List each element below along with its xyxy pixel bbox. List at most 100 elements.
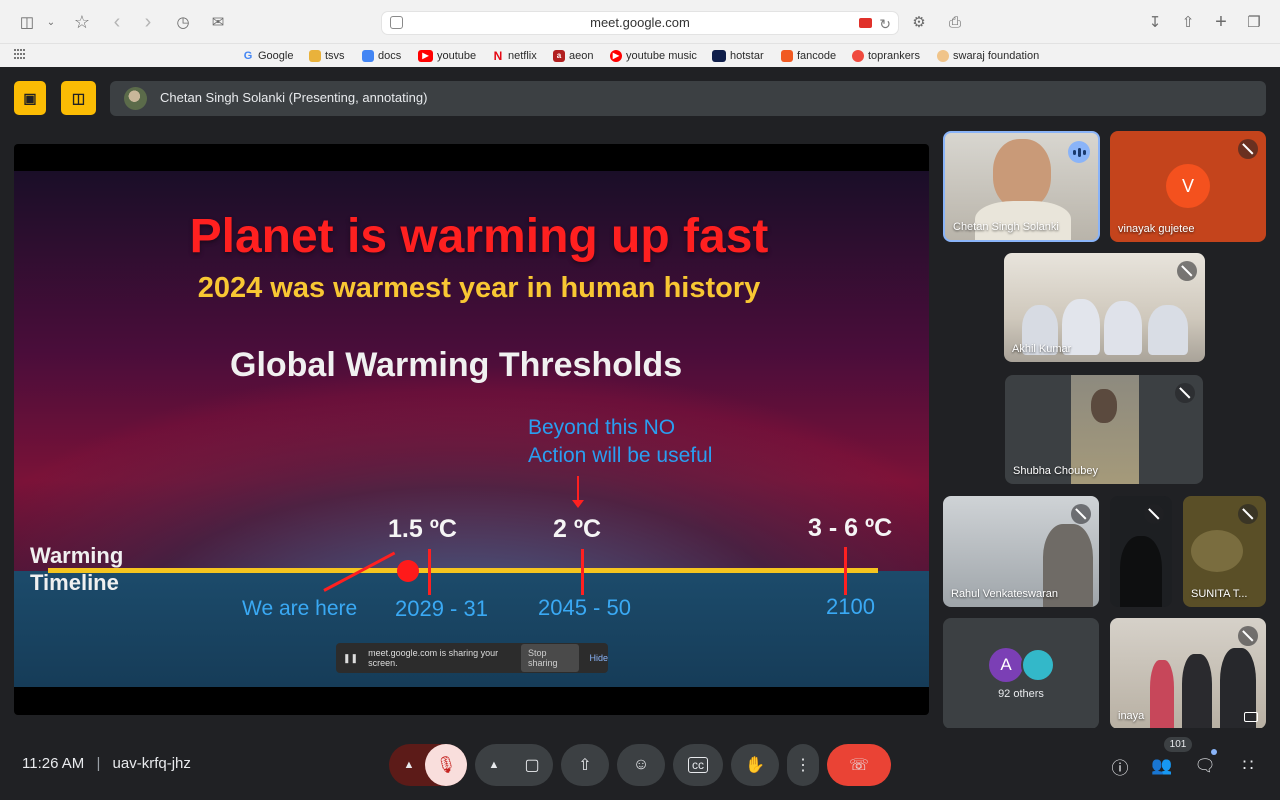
browser-toolbar: ◫ ⌄ ☆ ‹ › ◷ ✉ meet.google.com ↻ ⚙ ⎙ ↧ ⇧ … (0, 0, 1280, 44)
address-bar[interactable]: meet.google.com ↻ (381, 11, 899, 35)
new-tab-icon[interactable]: + (1210, 11, 1232, 33)
reactions-button[interactable]: ☺ (617, 744, 665, 786)
timeline-label: Timeline (30, 570, 119, 595)
meeting-time: 11:26 AM (22, 755, 85, 772)
separator: | (96, 755, 101, 772)
more-vertical-icon: ⋮ (795, 757, 811, 774)
bookmark-swaraj-foundation[interactable]: swaraj foundation (937, 47, 1039, 64)
youtube-icon: ▶ (418, 49, 433, 62)
others-count: 92 others (998, 688, 1044, 700)
tick-3-6 (844, 547, 847, 595)
google-icon: G (243, 49, 253, 62)
aeon-icon: a (553, 49, 565, 62)
meeting-info: 11:26 AM | uav-krfq-jhz (22, 755, 191, 772)
hand-icon: ✋ (745, 757, 765, 774)
sidebar-toggle-icon[interactable]: ◫ (16, 11, 38, 33)
avatar (1021, 648, 1055, 682)
year-2100: 2100 (826, 594, 875, 619)
forward-icon[interactable]: › (137, 11, 159, 33)
participant-name: Chetan Singh Solanki (953, 221, 1059, 233)
participant-video (993, 139, 1051, 209)
participant-tile-akhil[interactable]: Akhil Kumar (1004, 253, 1205, 362)
mic-off-icon (1238, 504, 1258, 524)
bookmark-youtube[interactable]: ▶ youtube (418, 47, 476, 64)
tabs-overview-icon[interactable]: ❐ (1243, 11, 1265, 33)
bookmark-star-icon[interactable]: ☆ (71, 11, 93, 33)
others-tile[interactable]: A 92 others (943, 618, 1099, 729)
participant-tile-shubha[interactable]: Shubha Choubey (1005, 375, 1203, 484)
captions-button[interactable]: cc (673, 744, 723, 786)
participant-name: Shubha Choubey (1013, 465, 1099, 477)
bookmark-docs[interactable]: docs (362, 47, 401, 64)
print-icon[interactable]: ⎙ (944, 11, 966, 33)
apps-grid-icon[interactable] (14, 49, 25, 60)
participant-video (1182, 654, 1212, 729)
download-icon[interactable]: ↧ (1144, 11, 1166, 33)
down-arrow (572, 476, 584, 508)
audio-options-chevron-icon[interactable]: ▲ (389, 744, 429, 786)
bookmark-tsvs[interactable]: tsvs (309, 47, 345, 64)
mic-off-icon: 🎙 (435, 757, 457, 774)
bookmark-google[interactable]: G Google (242, 47, 294, 64)
picture-in-picture-icon[interactable] (1244, 712, 1258, 722)
bookmark-youtube-music[interactable]: ▶ youtube music (610, 47, 697, 64)
mail-icon[interactable]: ✉ (207, 11, 229, 33)
mic-toggle-button[interactable]: 🎙 (425, 744, 467, 786)
youtube-music-icon: ▶ (610, 49, 622, 62)
bookmark-aeon[interactable]: a aeon (553, 47, 593, 64)
slide: Planet is warming up fast 2024 was warme… (14, 171, 929, 687)
camera-recording-icon[interactable] (859, 18, 872, 28)
chat-icon[interactable]: 🗨 (1193, 754, 1217, 778)
history-icon[interactable]: ◷ (172, 11, 194, 33)
share-notice-text: meet.google.com is sharing your screen. (368, 648, 499, 668)
slide-heading: Global Warming Thresholds (230, 346, 683, 384)
avatar (1191, 530, 1243, 572)
reload-icon[interactable]: ↻ (879, 13, 891, 35)
stop-presenting-icon[interactable]: ▣ (14, 81, 46, 115)
present-button[interactable]: ⇧ (561, 744, 609, 786)
site-settings-icon[interactable] (390, 16, 403, 29)
present-screen-icon: ⇧ (578, 757, 592, 774)
emoji-icon: ☺ (632, 756, 650, 773)
hide-button[interactable]: Hide (589, 653, 608, 663)
end-call-icon: ☏ (848, 757, 869, 774)
bookmarks-bar: G Google tsvs docs ▶ youtube Nnetflix a aeo… (0, 44, 1280, 67)
mic-off-icon (1238, 626, 1258, 646)
activities-grid-icon[interactable]: ∷ (1236, 754, 1260, 778)
bookmark-toprankers[interactable]: toprankers (852, 47, 920, 64)
participant-tile-unnamed[interactable] (1110, 496, 1172, 607)
stop-sharing-button[interactable]: Stop sharing (520, 644, 580, 672)
leave-call-button[interactable]: ☏ (827, 744, 891, 786)
presentation-stage: Planet is warming up fast 2024 was warme… (14, 144, 929, 715)
bookmark-hotstar[interactable]: hotstar (712, 47, 764, 64)
participant-name: vinayak gujetee (1118, 223, 1195, 235)
share-icon[interactable]: ⇧ (1177, 11, 1199, 33)
temp-1-5: 1.5 ºC (388, 515, 457, 543)
captions-icon: cc (688, 757, 708, 773)
bookmark-netflix[interactable]: Nnetflix (492, 47, 537, 64)
meeting-details-icon[interactable]: ⓘ (1108, 754, 1132, 778)
back-icon[interactable]: ‹ (106, 11, 128, 33)
participant-video (1120, 536, 1162, 607)
camera-toggle-button[interactable]: ▢ (511, 744, 553, 786)
participant-tile-inaya[interactable]: inaya (1110, 618, 1266, 729)
year-2045-50: 2045 - 50 (538, 595, 631, 620)
participant-tile-sunita[interactable]: SUNITA T... (1183, 496, 1266, 607)
timeline-bar (48, 568, 878, 573)
current-position-dot (397, 560, 419, 582)
participant-tile-chetan[interactable]: Chetan Singh Solanki (943, 131, 1100, 242)
participant-tile-rahul[interactable]: Rahul Venkateswaran (943, 496, 1099, 607)
raise-hand-button[interactable]: ✋ (731, 744, 779, 786)
participant-tile-vinayak[interactable]: V vinayak gujetee (1110, 131, 1266, 242)
video-options-chevron-icon[interactable]: ▲ (475, 744, 513, 786)
chevron-down-icon[interactable]: ⌄ (40, 11, 62, 33)
participant-video (1150, 660, 1174, 729)
people-icon[interactable]: 👥 (1150, 754, 1174, 778)
participant-count-badge: 101 (1164, 737, 1192, 752)
gear-icon[interactable]: ⚙ (908, 11, 930, 33)
exit-door-icon[interactable]: ◫ (61, 81, 96, 115)
more-options-button[interactable]: ⋮ (787, 744, 819, 786)
participant-name: inaya (1118, 710, 1145, 722)
bookmark-fancode[interactable]: fancode (781, 47, 836, 64)
screen-share-notice: ❚❚ meet.google.com is sharing your scree… (336, 643, 608, 673)
